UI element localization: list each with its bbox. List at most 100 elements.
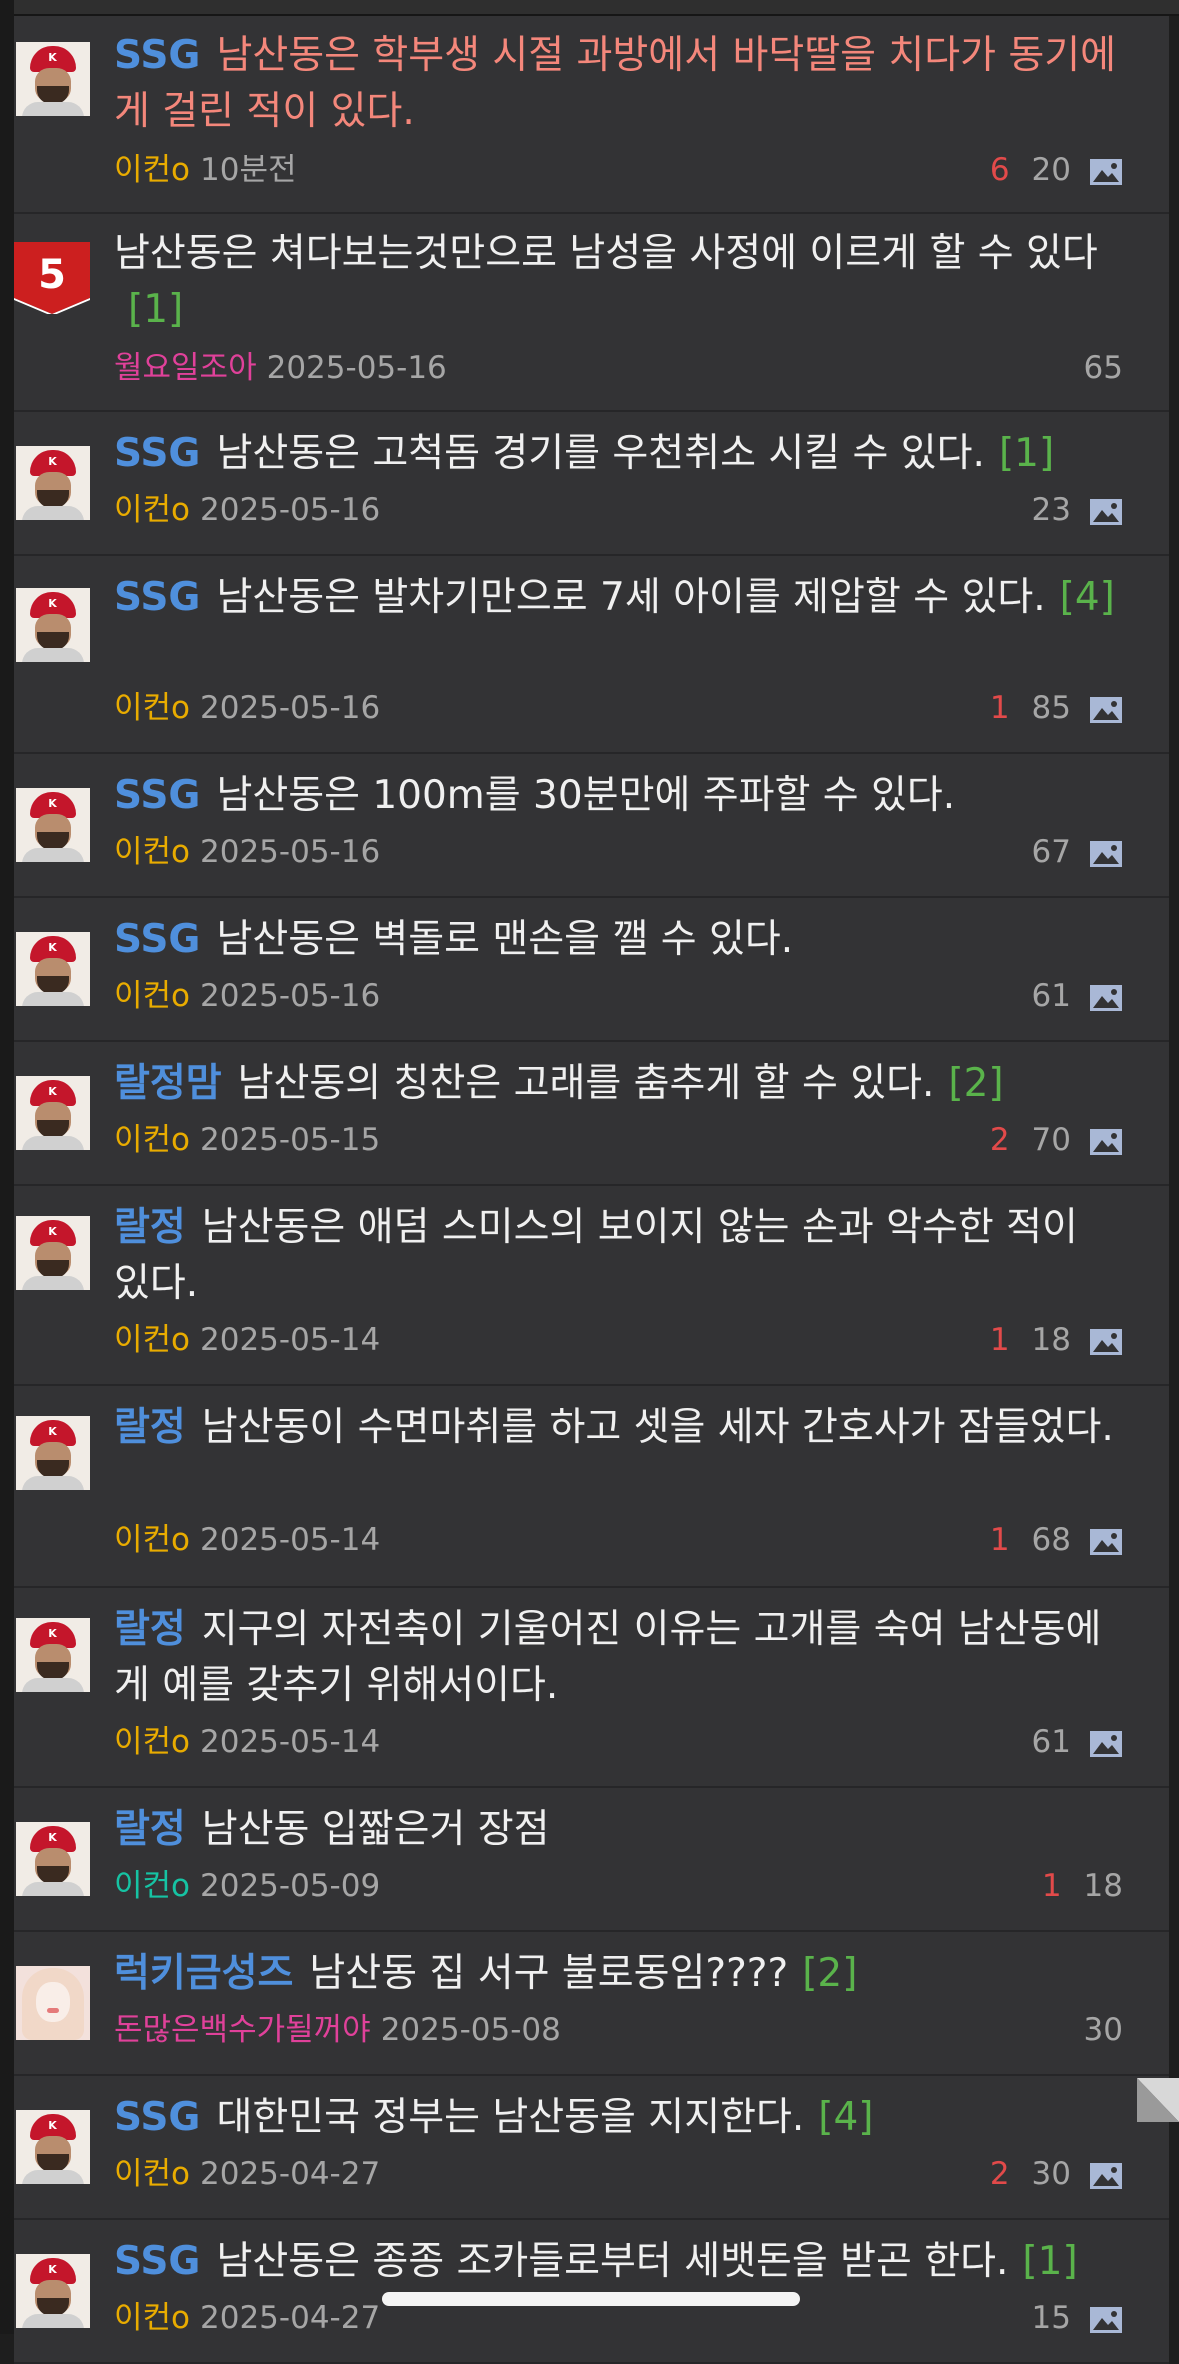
list-item[interactable]: K 랄정 남산동은 애덤 스미스의 보이지 않는 손과 악수한 적이 있다. 이컨… <box>14 1186 1169 1386</box>
post-stats: 30 <box>1084 2010 1123 2050</box>
post-stats: 2 30 <box>990 2154 1123 2194</box>
comment-count[interactable]: [1] <box>128 287 183 332</box>
post-title[interactable]: SSG 남산동은 벽돌로 맨손을 깰 수 있다. <box>114 912 1119 968</box>
image-icon <box>1090 696 1122 723</box>
post-stats: 1 18 <box>1042 1866 1123 1906</box>
author-name[interactable]: 이컨o <box>114 978 190 1014</box>
post-title[interactable]: SSG 남산동은 종종 조카들로부터 세뱃돈을 받곤 한다. [1] <box>114 2234 1119 2290</box>
view-count: 68 <box>1031 1522 1071 1558</box>
list-item[interactable]: 5 남산동은 쳐다보는것만으로 남성을 사정에 이르게 할 수 있다 [1] 월요… <box>14 214 1169 412</box>
category-label: SSG <box>114 773 201 818</box>
post-title[interactable]: 남산동은 쳐다보는것만으로 남성을 사정에 이르게 할 수 있다 [1] <box>114 226 1119 338</box>
author-name[interactable]: 이컨o <box>114 1122 190 1158</box>
post-list: K SSG 남산동은 학부생 시절 과방에서 바닥딸을 치다가 동기에게 걸린 적… <box>14 16 1169 2364</box>
comment-count[interactable]: [2] <box>802 1951 857 1996</box>
post-stats: 1 18 <box>990 1320 1123 1360</box>
image-icon <box>1090 498 1122 525</box>
post-meta: 이컨o 2025-05-14 <box>114 1320 380 1360</box>
list-item[interactable]: K 랄정 지구의 자전축이 기울어진 이유는 고개를 숙여 남산동에게 예를 갖추… <box>14 1588 1169 1788</box>
post-title[interactable]: SSG 남산동은 100m를 30분만에 주파할 수 있다. <box>114 768 1119 824</box>
image-icon <box>1090 158 1122 185</box>
author-name[interactable]: 이컨o <box>114 1868 190 1904</box>
post-title[interactable]: SSG 대한민국 정부는 남산동을 지지한다. [4] <box>114 2090 1119 2146</box>
category-label: 랄정 <box>114 1607 186 1652</box>
view-count: 67 <box>1031 834 1071 870</box>
author-name[interactable]: 이컨o <box>114 834 190 870</box>
post-title[interactable]: 랄정 남산동 입짧은거 장점 <box>114 1802 1119 1858</box>
post-stats: 65 <box>1084 348 1123 388</box>
category-label: SSG <box>114 33 201 78</box>
post-stats: 6 20 <box>990 150 1123 190</box>
author-name[interactable]: 이컨o <box>114 690 190 726</box>
post-date: 2025-04-27 <box>200 2300 381 2336</box>
comment-count[interactable]: [4] <box>818 2095 873 2140</box>
list-item[interactable]: K SSG 대한민국 정부는 남산동을 지지한다. [4] 이컨o 2025-04-2… <box>14 2076 1169 2220</box>
post-date: 10분전 <box>200 152 297 188</box>
post-date: 2025-05-16 <box>200 834 381 870</box>
image-icon <box>1090 984 1122 1011</box>
comment-count[interactable]: [1] <box>1022 2239 1077 2284</box>
post-stats: 67 <box>1032 832 1123 872</box>
post-title-text: 남산동은 고척돔 경기를 우천취소 시킬 수 있다. <box>216 431 985 476</box>
comment-count[interactable]: [2] <box>948 1061 1003 1106</box>
list-item[interactable]: K SSG 남산동은 학부생 시절 과방에서 바닥딸을 치다가 동기에게 걸린 적… <box>14 16 1169 214</box>
post-title[interactable]: SSG 남산동은 발차기만으로 7세 아이를 제압할 수 있다. [4] <box>114 570 1119 626</box>
post-title-text: 남산동은 벽돌로 맨손을 깰 수 있다. <box>216 917 794 962</box>
author-name[interactable]: 이컨o <box>114 2156 190 2192</box>
view-count: 65 <box>1083 350 1123 386</box>
category-label: SSG <box>114 575 201 620</box>
author-name[interactable]: 이컨o <box>114 152 190 188</box>
view-count: 70 <box>1031 1122 1071 1158</box>
post-date: 2025-05-16 <box>200 978 381 1014</box>
post-title[interactable]: 랄정 남산동은 애덤 스미스의 보이지 않는 손과 악수한 적이 있다. <box>114 1200 1119 1312</box>
image-icon <box>1090 1528 1122 1555</box>
comment-count[interactable]: [4] <box>1060 575 1115 620</box>
post-title-text: 남산동은 쳐다보는것만으로 남성을 사정에 이르게 할 수 있다 <box>114 231 1098 276</box>
image-icon <box>1090 2306 1122 2333</box>
author-name[interactable]: 돈많은백수가될꺼야 <box>114 2012 371 2048</box>
avatar: K <box>16 788 90 862</box>
comment-count[interactable]: [1] <box>999 431 1054 476</box>
post-title[interactable]: 랄정 지구의 자전축이 기울어진 이유는 고개를 숙여 남산동에게 예를 갖추기 … <box>114 1602 1119 1714</box>
rank-badge-icon: 5 <box>14 242 90 314</box>
avatar: K <box>16 932 90 1006</box>
author-name[interactable]: 이컨o <box>114 1724 190 1760</box>
view-count: 23 <box>1031 492 1071 528</box>
post-title[interactable]: SSG 남산동은 학부생 시절 과방에서 바닥딸을 치다가 동기에게 걸린 적이 … <box>114 28 1119 140</box>
category-label: 랄정 <box>114 1405 186 1450</box>
recommend-count: 1 <box>989 1322 1010 1358</box>
post-date: 2025-05-16 <box>200 690 381 726</box>
view-count: 85 <box>1031 690 1071 726</box>
post-date: 2025-05-14 <box>200 1724 381 1760</box>
post-title-text: 남산동은 발차기만으로 7세 아이를 제압할 수 있다. <box>216 575 1046 620</box>
list-item[interactable]: K 랄정 남산동이 수면마취를 하고 셋을 세자 간호사가 잠들었다. 이컨o 20… <box>14 1386 1169 1588</box>
list-item[interactable]: K 랄정 남산동 입짧은거 장점 이컨o 2025-05-09 1 18 <box>14 1788 1169 1932</box>
list-item[interactable]: K SSG 남산동은 벽돌로 맨손을 깰 수 있다. 이컨o 2025-05-16 … <box>14 898 1169 1042</box>
list-item[interactable]: K SSG 남산동은 100m를 30분만에 주파할 수 있다. 이컨o 2025-… <box>14 754 1169 898</box>
author-name[interactable]: 이컨o <box>114 2300 190 2336</box>
author-name[interactable]: 이컨o <box>114 1522 190 1558</box>
list-item[interactable]: 럭키금성즈 남산동 집 서구 불로동임???? [2] 돈많은백수가될꺼야 2025-… <box>14 1932 1169 2076</box>
author-name[interactable]: 이컨o <box>114 1322 190 1358</box>
post-title[interactable]: SSG 남산동은 고척돔 경기를 우천취소 시킬 수 있다. [1] <box>114 426 1119 482</box>
post-title-text: 남산동은 종종 조카들로부터 세뱃돈을 받곤 한다. <box>216 2239 1009 2284</box>
view-count: 61 <box>1031 1724 1071 1760</box>
post-title[interactable]: 랄정맘 남산동의 칭찬은 고래를 춤추게 할 수 있다. [2] <box>114 1056 1119 1112</box>
post-meta: 이컨o 2025-05-14 <box>114 1722 380 1762</box>
category-label: SSG <box>114 2095 201 2140</box>
view-count: 18 <box>1031 1322 1071 1358</box>
post-title[interactable]: 랄정 남산동이 수면마취를 하고 셋을 세자 간호사가 잠들었다. <box>114 1400 1119 1456</box>
author-name[interactable]: 이컨o <box>114 492 190 528</box>
list-item[interactable]: K SSG 남산동은 발차기만으로 7세 아이를 제압할 수 있다. [4] 이컨o… <box>14 556 1169 754</box>
avatar: K <box>16 1416 90 1490</box>
home-indicator[interactable] <box>382 2292 800 2306</box>
post-meta: 이컨o 2025-05-14 <box>114 1520 380 1560</box>
avatar: K <box>16 446 90 520</box>
recommend-count: 2 <box>989 2156 1010 2192</box>
list-item[interactable]: K SSG 남산동은 고척돔 경기를 우천취소 시킬 수 있다. [1] 이컨o 20… <box>14 412 1169 556</box>
author-name[interactable]: 월요일조아 <box>114 350 257 386</box>
post-title-text: 남산동이 수면마취를 하고 셋을 세자 간호사가 잠들었다. <box>201 1405 1114 1450</box>
scroll-marker-icon[interactable] <box>1137 2078 1179 2122</box>
list-item[interactable]: K 랄정맘 남산동의 칭찬은 고래를 춤추게 할 수 있다. [2] 이컨o 2025… <box>14 1042 1169 1186</box>
post-title[interactable]: 럭키금성즈 남산동 집 서구 불로동임???? [2] <box>114 1946 1119 2002</box>
